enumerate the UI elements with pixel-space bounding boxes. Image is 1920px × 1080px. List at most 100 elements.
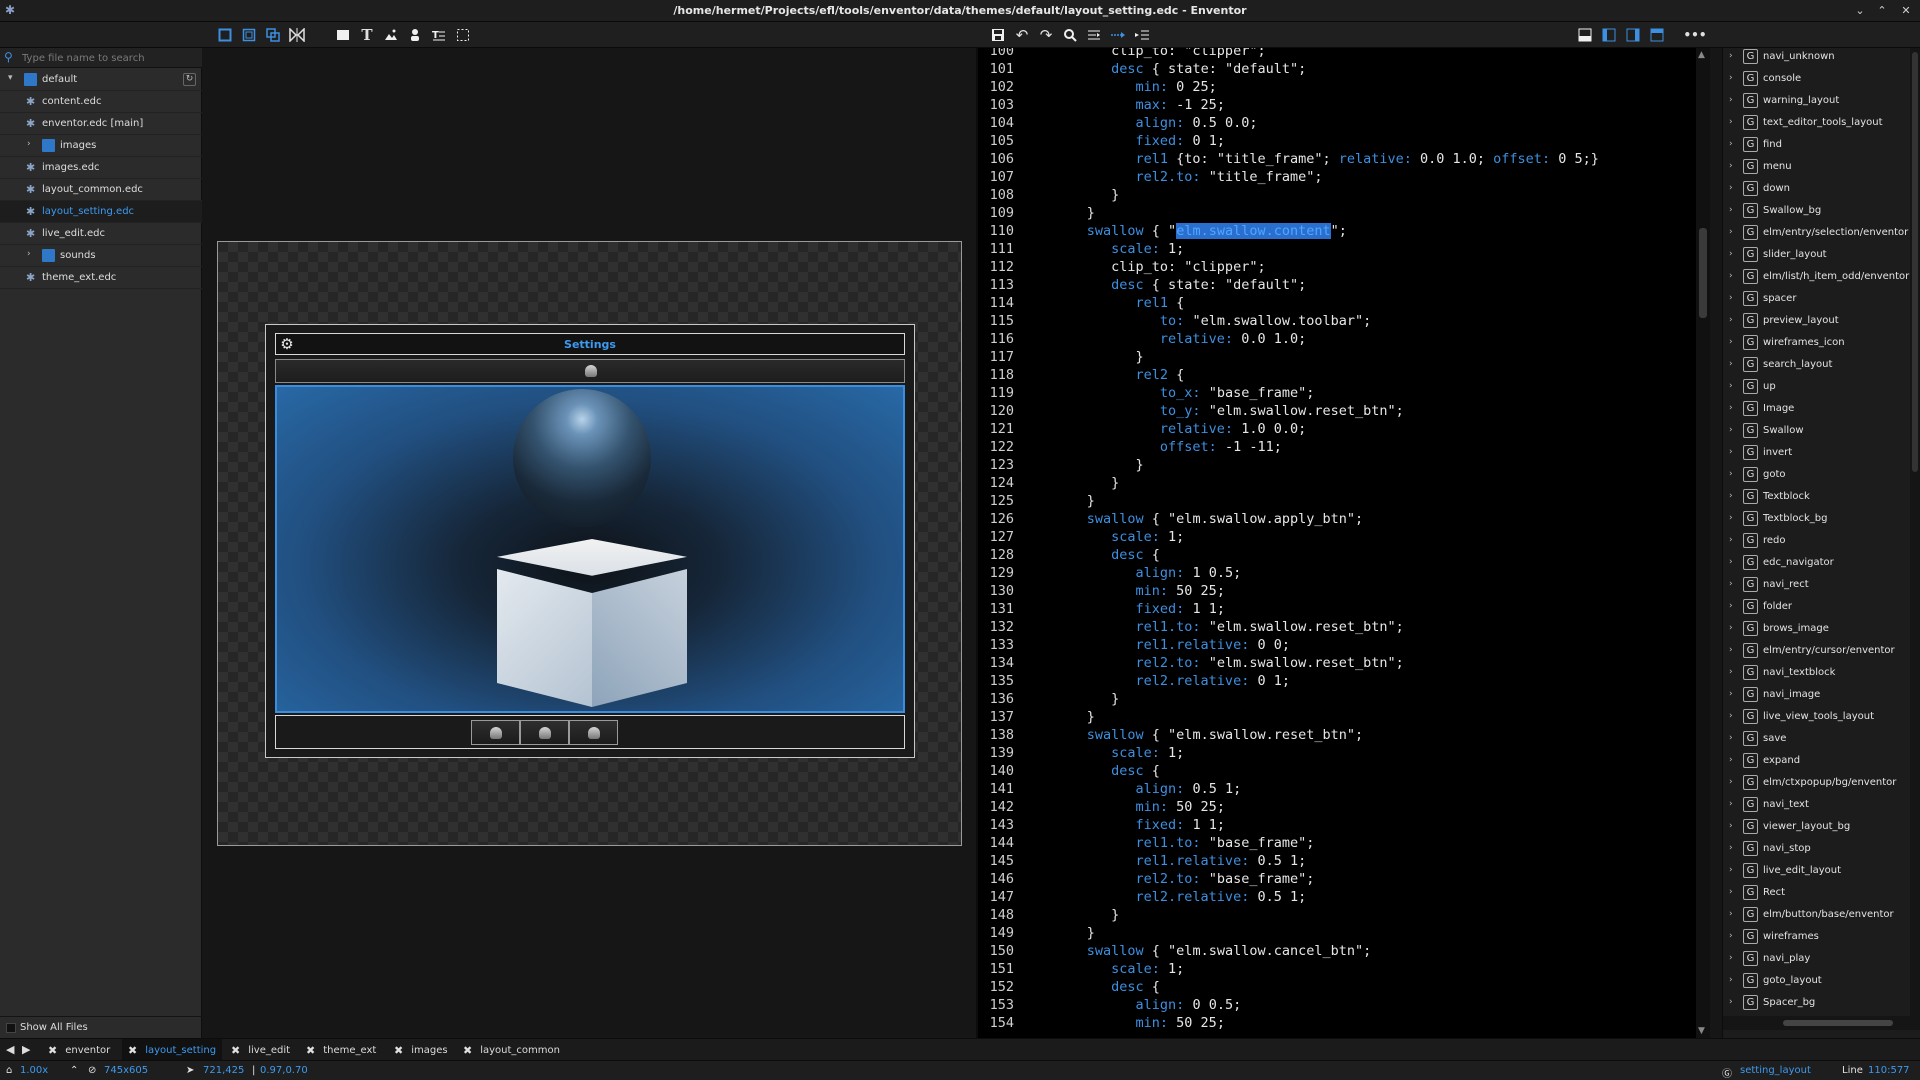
insert-spacer-icon[interactable] [454,26,472,44]
tree-item-file[interactable]: ✱ enventor.edc [main] [0,113,202,135]
maximize-button[interactable]: ⌃ [1874,3,1890,19]
expand-arrow-icon[interactable]: › [1729,183,1733,193]
code-line[interactable]: to: "elm.swallow.toolbar"; [1038,312,1371,330]
group-list-item[interactable]: › Gbrows_image [1723,618,1911,640]
code-line[interactable]: } [1038,204,1095,222]
group-list-item[interactable]: › Gexpand [1723,750,1911,772]
code-line[interactable]: fixed: 1 1; [1038,816,1225,834]
tab-enventor[interactable]: ✖ enventor [42,1039,116,1061]
goto-line-icon[interactable] [1085,26,1103,44]
code-line[interactable]: } [1038,690,1119,708]
code-line[interactable]: min: 50 25; [1038,1014,1225,1032]
close-tab-icon[interactable]: ✖ [306,1044,315,1057]
reset-button-swallow[interactable] [520,720,569,745]
insert-rect-icon[interactable] [334,26,352,44]
close-tab-icon[interactable]: ✖ [128,1044,137,1057]
expand-arrow-icon[interactable]: › [1729,909,1733,919]
expand-arrow-icon[interactable]: › [1729,271,1733,281]
expand-arrow-icon[interactable]: › [1729,249,1733,259]
redo-icon[interactable]: ↷ [1037,26,1055,44]
tab-theme-ext[interactable]: ✖ theme_ext [300,1039,382,1061]
code-line[interactable]: min: 50 25; [1038,582,1225,600]
group-list-item[interactable]: › Glive_edit_layout [1723,860,1911,882]
group-list-item[interactable]: › Gedc_navigator [1723,552,1911,574]
code-line[interactable]: rel1.relative: 0.5 1; [1038,852,1307,870]
live-view-canvas[interactable]: ⚙ Settings [217,241,962,846]
code-line[interactable]: max: -1 25; [1038,96,1225,114]
expand-arrow-icon[interactable]: › [1729,491,1733,501]
indent-icon[interactable] [1133,26,1151,44]
expand-arrow-icon[interactable]: › [1729,667,1733,677]
expand-arrow-icon[interactable]: › [1729,513,1733,523]
expand-arrow-icon[interactable]: › [1729,557,1733,567]
code-line[interactable]: relative: 1.0 0.0; [1038,420,1306,438]
code-line[interactable]: } [1038,708,1095,726]
expand-arrow-icon[interactable]: › [1729,755,1733,765]
close-tab-icon[interactable]: ✖ [48,1044,57,1057]
code-line[interactable]: align: 0 0.5; [1038,996,1242,1014]
group-list-item[interactable]: › Gsave [1723,728,1911,750]
group-list-item[interactable]: › Glive_view_tools_layout [1723,706,1911,728]
expand-arrow-icon[interactable]: › [1729,227,1733,237]
mirror-mode-icon[interactable] [288,26,306,44]
expand-arrow-icon[interactable]: › [1729,117,1733,127]
tree-item-folder[interactable]: › sounds [0,245,202,267]
code-line[interactable]: desc { state: "default"; [1038,60,1306,78]
group-list-item[interactable]: › Ggoto [1723,464,1911,486]
scrollbar-thumb[interactable] [1699,228,1707,318]
expand-arrow-icon[interactable]: › [1729,601,1733,611]
tree-item-file[interactable]: ✱ layout_common.edc [0,179,202,201]
scroll-down-icon[interactable]: ▼ [1698,1026,1705,1036]
expand-arrow-icon[interactable]: › [1729,997,1733,1007]
code-line[interactable]: } [1038,906,1119,924]
group-list-scrollbar[interactable] [1910,48,1920,1016]
expand-arrow-icon[interactable]: › [1729,425,1733,435]
group-list-item[interactable]: › Gwarning_layout [1723,90,1911,112]
code-line[interactable]: align: 1 0.5; [1038,564,1242,582]
group-list-item[interactable]: › Gpreview_layout [1723,310,1911,332]
expand-arrow-icon[interactable]: › [1729,579,1733,589]
expand-arrow-icon[interactable]: › [1729,359,1733,369]
expand-arrow-icon[interactable]: › [1729,689,1733,699]
find-icon[interactable] [1061,26,1079,44]
group-list-item[interactable]: › G Textblock [1723,486,1911,508]
code-line[interactable]: rel2.to: "elm.swallow.reset_btn"; [1038,654,1404,672]
insert-swallow-icon[interactable] [406,26,424,44]
group-list-item[interactable]: › Gnavi_image [1723,684,1911,706]
group-list-item[interactable]: › Gup [1723,376,1911,398]
tab-layout-setting[interactable]: ✖ layout_setting [122,1039,223,1061]
group-list-item[interactable]: › Ggoto_layout [1723,970,1911,992]
tab-images[interactable]: ✖ images [388,1039,454,1061]
group-list-item[interactable]: › Gredo [1723,530,1911,552]
group-list-item[interactable]: › Gelm/ctxpopup/bg/enventor [1723,772,1911,794]
expand-arrow-icon[interactable]: › [1729,95,1733,105]
code-line[interactable]: align: 0.5 0.0; [1038,114,1258,132]
expand-arrow-icon[interactable]: › [1729,447,1733,457]
tree-item-file[interactable]: ✱ images.edc [0,157,202,179]
code-line[interactable]: scale: 1; [1038,960,1184,978]
code-line[interactable]: rel2.to: "base_frame"; [1038,870,1315,888]
settings-toolbar-swallow[interactable] [275,359,905,383]
group-list-item[interactable]: › G Textblock_bg [1723,508,1911,530]
code-line[interactable]: to_x: "base_frame"; [1038,384,1314,402]
code-line[interactable]: } [1038,492,1095,510]
expand-arrow-icon[interactable]: › [1729,139,1733,149]
editor-vertical-scrollbar[interactable]: ▲ ▼ [1696,48,1710,1038]
expand-arrow-icon[interactable]: › [1729,205,1733,215]
tree-item-folder[interactable]: › images [0,135,202,157]
code-line[interactable]: clip_to: "clipper"; [1038,258,1265,276]
code-line[interactable]: swallow { "elm.swallow.content"; [1038,222,1347,240]
more-menu-icon[interactable]: ••• [1684,26,1707,44]
expand-arrow-icon[interactable]: › [1729,975,1733,985]
group-list-item[interactable]: › Gslider_layout [1723,244,1911,266]
cancel-button-swallow[interactable] [471,720,520,745]
expand-arrow-icon[interactable]: › [1729,51,1733,61]
expand-arrow-icon[interactable]: › [27,139,31,149]
expand-arrow-icon[interactable]: › [1729,777,1733,787]
group-list-item[interactable]: › Gwireframes [1723,926,1911,948]
code-line[interactable]: relative: 0.0 1.0; [1038,330,1306,348]
part-highlight-icon[interactable] [216,26,234,44]
group-list-item[interactable]: › Gnavi_stop [1723,838,1911,860]
code-line[interactable]: } [1038,924,1095,942]
close-button[interactable]: ✕ [1898,3,1914,19]
